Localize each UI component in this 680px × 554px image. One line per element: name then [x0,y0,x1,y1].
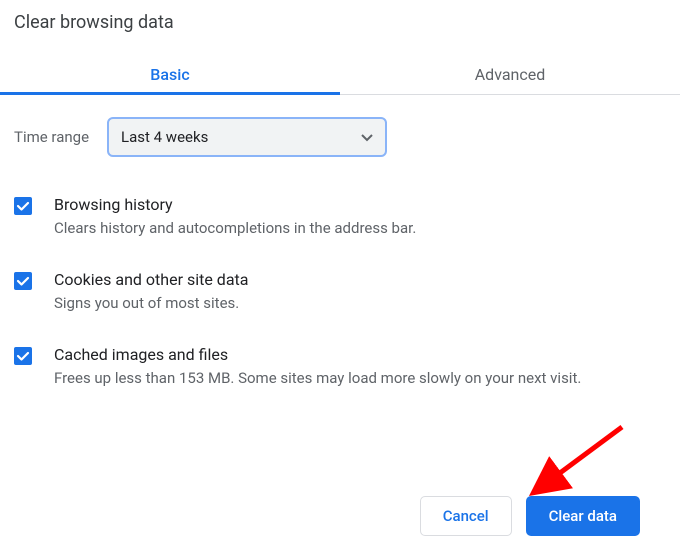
time-range-label: Time range [14,128,89,146]
option-description: Signs you out of most sites. [54,293,666,315]
options-list: Browsing history Clears history and auto… [0,167,680,401]
time-range-select[interactable]: Last 4 weeks [107,117,387,157]
option-text: Cookies and other site data Signs you ou… [54,270,666,315]
check-icon [16,274,30,288]
option-browsing-history: Browsing history Clears history and auto… [14,177,666,252]
checkbox-cookies[interactable] [14,272,32,290]
option-title: Browsing history [54,195,666,214]
checkbox-cache[interactable] [14,347,32,365]
tab-basic-label: Basic [150,65,189,84]
option-cache: Cached images and files Frees up less th… [14,327,666,402]
check-icon [16,199,30,213]
option-title: Cached images and files [54,345,666,364]
time-range-row: Time range Last 4 weeks [0,95,680,167]
option-text: Browsing history Clears history and auto… [54,195,666,240]
check-icon [16,349,30,363]
time-range-selected: Last 4 weeks [121,128,208,146]
clear-data-button-label: Clear data [549,507,617,525]
tab-advanced-label: Advanced [475,65,546,84]
dialog-title: Clear browsing data [0,12,680,37]
tab-advanced[interactable]: Advanced [340,53,680,94]
cancel-button[interactable]: Cancel [420,496,512,536]
checkbox-browsing-history[interactable] [14,197,32,215]
clear-data-button[interactable]: Clear data [526,496,640,536]
option-description: Clears history and autocompletions in th… [54,218,666,240]
clear-browsing-data-dialog: Clear browsing data Basic Advanced Time … [0,0,680,401]
option-text: Cached images and files Frees up less th… [54,345,666,390]
cancel-button-label: Cancel [443,507,489,525]
tab-basic[interactable]: Basic [0,53,340,94]
option-description: Frees up less than 153 MB. Some sites ma… [54,368,666,390]
option-title: Cookies and other site data [54,270,666,289]
dialog-footer: Cancel Clear data [420,496,640,536]
tabs: Basic Advanced [0,53,680,95]
chevron-down-icon [361,128,373,146]
option-cookies: Cookies and other site data Signs you ou… [14,252,666,327]
